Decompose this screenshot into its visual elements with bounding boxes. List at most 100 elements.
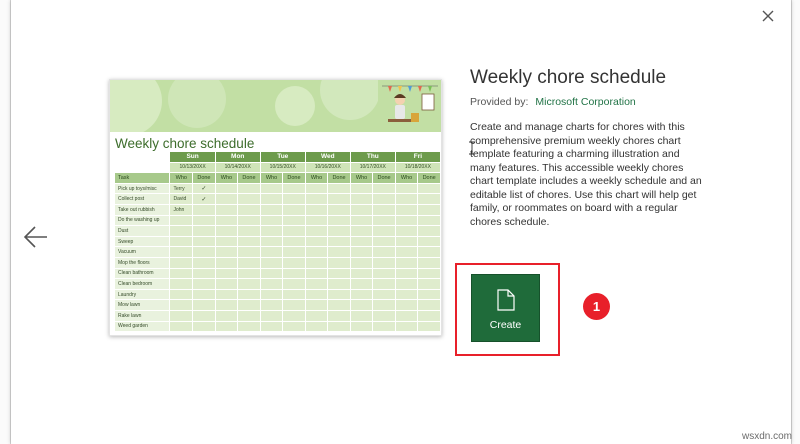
preview-empty-cell (394, 256, 419, 269)
preview-empty-cell (214, 235, 239, 248)
preview-empty-cell (237, 320, 261, 333)
preview-table-row: Weed garden (113, 320, 441, 333)
preview-done-cell (192, 235, 216, 248)
preview-empty-cell (417, 320, 441, 333)
preview-done-cell (192, 278, 216, 290)
preview-task-cell: Laundry (113, 288, 171, 301)
preview-empty-cell (417, 288, 441, 301)
preview-task-cell: Vacuum (113, 246, 171, 258)
preview-empty-cell (214, 193, 239, 205)
preview-empty-cell (282, 267, 306, 280)
preview-empty-cell (372, 214, 396, 227)
preview-empty-cell (394, 193, 419, 205)
preview-empty-cell (237, 299, 261, 311)
preview-done-header: Done (282, 172, 306, 184)
preview-done-cell (192, 214, 216, 227)
preview-empty-cell (214, 299, 239, 311)
preview-empty-cell (214, 225, 239, 237)
preview-done-cell (192, 267, 216, 280)
preview-empty-cell (214, 309, 239, 322)
preview-empty-cell (372, 246, 396, 258)
preview-empty-cell (394, 235, 419, 248)
preview-empty-cell (349, 288, 374, 301)
text-cursor-icon (469, 141, 475, 155)
preview-empty-cell (282, 320, 306, 333)
preview-task-cell: Take out rubbish (113, 203, 171, 216)
preview-empty-cell (372, 235, 396, 248)
preview-who-header: Who (304, 172, 329, 184)
preview-empty-cell (304, 193, 329, 205)
preview-empty-cell (259, 288, 284, 301)
preview-empty-cell (304, 225, 329, 237)
preview-day-header: Sun (169, 151, 216, 163)
preview-who-cell (169, 225, 194, 237)
preview-empty-cell (327, 288, 351, 301)
preview-task-cell: Clean bathroom (113, 267, 171, 280)
preview-empty-cell (394, 246, 419, 258)
preview-who-header: Who (259, 172, 284, 184)
preview-who-cell (169, 256, 194, 269)
preview-who-cell (169, 309, 194, 322)
preview-empty-cell (349, 235, 374, 248)
preview-empty-cell (237, 288, 261, 301)
preview-empty-cell (214, 320, 239, 333)
preview-empty-cell (349, 299, 374, 311)
preview-empty-cell (282, 246, 306, 258)
preview-done-header: Done (372, 172, 396, 184)
preview-empty-cell (349, 193, 374, 205)
preview-table-row: Dust (113, 225, 441, 237)
preview-table-row: Take out rubbish John (113, 203, 441, 216)
preview-done-cell (192, 320, 216, 333)
previous-template-button[interactable] (23, 224, 49, 250)
preview-empty-cell (282, 288, 306, 301)
preview-empty-cell (259, 246, 284, 258)
preview-empty-cell (349, 225, 374, 237)
preview-empty-cell (349, 309, 374, 322)
preview-empty-cell (282, 225, 306, 237)
background-window-right-edge (791, 0, 800, 444)
preview-empty-cell (259, 256, 284, 269)
preview-empty-cell (394, 309, 419, 322)
preview-done-cell (192, 288, 216, 301)
preview-empty-cell (259, 225, 284, 237)
preview-empty-cell (327, 309, 351, 322)
preview-who-header: Who (169, 172, 194, 184)
preview-empty-cell (282, 278, 306, 290)
preview-empty-cell (417, 225, 441, 237)
preview-empty-cell (394, 288, 419, 301)
preview-task-cell: Collect post (113, 193, 171, 205)
preview-empty-cell (214, 246, 239, 258)
preview-empty-cell (349, 246, 374, 258)
preview-who-cell (169, 278, 194, 290)
preview-empty-cell (372, 309, 396, 322)
preview-empty-cell (417, 309, 441, 322)
close-button[interactable] (759, 7, 777, 25)
preview-empty-cell (327, 256, 351, 269)
preview-table-row: Laundry (113, 288, 441, 301)
preview-empty-cell (259, 235, 284, 248)
preview-empty-cell (282, 182, 306, 195)
preview-empty-cell (237, 246, 261, 258)
create-button[interactable]: Create (471, 274, 540, 342)
preview-date-cell: 10/18/20XX (394, 161, 441, 174)
preview-who-cell (169, 288, 194, 301)
preview-table-row: Sweep (113, 235, 441, 248)
preview-empty-cell (327, 193, 351, 205)
preview-done-cell: ✓ (192, 182, 216, 195)
preview-empty-cell (259, 278, 284, 290)
preview-empty-cell (214, 278, 239, 290)
preview-done-cell (192, 256, 216, 269)
preview-done-header: Done (237, 172, 261, 184)
preview-empty-cell (327, 267, 351, 280)
preview-empty-cell (394, 214, 419, 227)
preview-empty-cell (372, 182, 396, 195)
preview-empty-cell (259, 267, 284, 280)
preview-done-header: Done (192, 172, 216, 184)
provided-by-label: Provided by: (470, 96, 529, 108)
preview-empty-cell (394, 225, 419, 237)
preview-banner (110, 80, 441, 132)
arrow-left-icon (23, 226, 47, 248)
preview-table-row: Pick up toys/misc Terry ✓ (113, 182, 441, 195)
preview-empty-cell (259, 299, 284, 311)
preview-done-header: Done (417, 172, 441, 184)
